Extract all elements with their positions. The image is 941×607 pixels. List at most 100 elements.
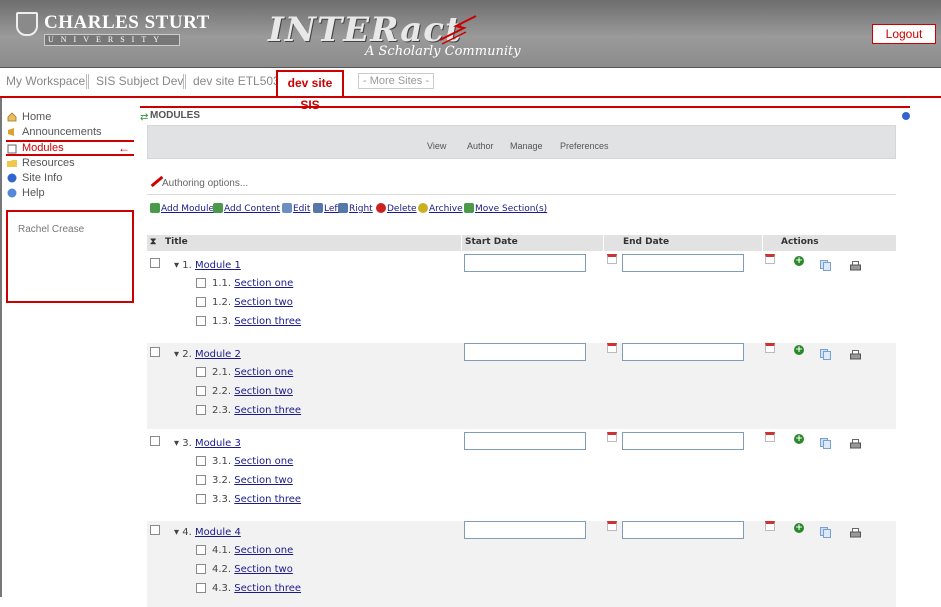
archive-button[interactable]: Archive bbox=[429, 204, 463, 214]
section-link[interactable]: Section one bbox=[234, 278, 293, 289]
module-link[interactable]: Module 3 bbox=[195, 438, 241, 449]
section-title: 3.3. Section three bbox=[212, 494, 301, 505]
section-link[interactable]: Section two bbox=[234, 475, 293, 486]
print-icon[interactable] bbox=[850, 523, 861, 538]
collapse-caret-icon[interactable]: ▾ bbox=[174, 260, 182, 271]
move-sections-button[interactable]: Move Section(s) bbox=[475, 204, 547, 214]
add-content-button[interactable]: Add Content bbox=[224, 204, 280, 214]
authoring-options-link[interactable]: Authoring options... bbox=[162, 178, 248, 189]
section-link[interactable]: Section three bbox=[234, 583, 301, 594]
section-title: 2.3. Section three bbox=[212, 405, 301, 416]
add-section-icon[interactable]: + bbox=[794, 434, 804, 444]
logout-button[interactable]: Logout bbox=[872, 24, 936, 44]
end-calendar-icon[interactable] bbox=[765, 343, 775, 353]
right-button[interactable]: Right bbox=[349, 204, 373, 214]
module-link[interactable]: Module 4 bbox=[195, 527, 241, 538]
copy-icon[interactable] bbox=[820, 345, 831, 360]
more-sites-dropdown[interactable]: - More Sites - bbox=[358, 73, 435, 89]
collapse-caret-icon[interactable]: ▾ bbox=[174, 438, 182, 449]
end-calendar-icon[interactable] bbox=[765, 521, 775, 531]
start-calendar-icon[interactable] bbox=[607, 521, 617, 531]
manage-link[interactable]: Manage bbox=[510, 141, 543, 151]
module-checkbox[interactable] bbox=[150, 436, 160, 446]
indent-left-icon bbox=[313, 203, 323, 213]
delete-button[interactable]: Delete bbox=[387, 204, 417, 214]
copy-icon[interactable] bbox=[820, 434, 831, 449]
add-section-icon[interactable]: + bbox=[794, 523, 804, 533]
print-icon[interactable] bbox=[850, 345, 861, 360]
module-link[interactable]: Module 2 bbox=[195, 349, 241, 360]
start-date-input[interactable] bbox=[464, 521, 586, 539]
reset-icon[interactable]: ⇄ bbox=[140, 112, 148, 123]
sidebar-item-help[interactable]: Help bbox=[6, 186, 134, 201]
portlet-title: MODULES bbox=[150, 110, 200, 121]
section-checkbox[interactable] bbox=[196, 316, 206, 326]
sidebar-item-home[interactable]: Home bbox=[6, 110, 134, 125]
tab-sis-subject-dev[interactable]: SIS Subject Dev bbox=[96, 74, 183, 88]
section-link[interactable]: Section two bbox=[234, 386, 293, 397]
section-checkbox[interactable] bbox=[196, 456, 206, 466]
section-checkbox[interactable] bbox=[196, 475, 206, 485]
sidebar-item-site-info[interactable]: Site Info bbox=[6, 171, 134, 186]
start-date-input[interactable] bbox=[464, 432, 586, 450]
copy-icon[interactable] bbox=[820, 256, 831, 271]
add-section-icon[interactable]: + bbox=[794, 345, 804, 355]
tab-dev-site-sis[interactable]: dev site SIS bbox=[276, 70, 344, 112]
start-date-input[interactable] bbox=[464, 343, 586, 361]
end-calendar-icon[interactable] bbox=[765, 254, 775, 264]
start-date-input[interactable] bbox=[464, 254, 586, 272]
section-link[interactable]: Section one bbox=[234, 367, 293, 378]
section-link[interactable]: Section three bbox=[234, 405, 301, 416]
start-calendar-icon[interactable] bbox=[607, 432, 617, 442]
column-header-end-date: End Date bbox=[623, 237, 670, 247]
sidebar-item-announcements[interactable]: Announcements bbox=[6, 125, 134, 140]
sidebar-item-modules[interactable]: Modules ← bbox=[6, 140, 134, 156]
section-checkbox[interactable] bbox=[196, 494, 206, 504]
sidebar-nav: Home Announcements Modules ← Resources S… bbox=[6, 110, 134, 201]
module-checkbox[interactable] bbox=[150, 258, 160, 268]
section-checkbox[interactable] bbox=[196, 367, 206, 377]
tab-dev-site-etl503[interactable]: dev site ETL503 bbox=[193, 74, 280, 88]
end-date-input[interactable] bbox=[622, 343, 744, 361]
section-checkbox[interactable] bbox=[196, 583, 206, 593]
end-date-input[interactable] bbox=[622, 432, 744, 450]
view-link[interactable]: View bbox=[427, 141, 446, 151]
module-checkbox[interactable] bbox=[150, 347, 160, 357]
start-calendar-icon[interactable] bbox=[607, 254, 617, 264]
tab-my-workspace[interactable]: My Workspace bbox=[6, 74, 85, 88]
sidebar-item-resources[interactable]: Resources bbox=[6, 156, 134, 171]
section-checkbox[interactable] bbox=[196, 545, 206, 555]
section-link[interactable]: Section three bbox=[234, 316, 301, 327]
edit-button[interactable]: Edit bbox=[293, 204, 310, 214]
sort-icon[interactable]: ⧗ bbox=[150, 237, 156, 247]
section-checkbox[interactable] bbox=[196, 564, 206, 574]
add-section-icon[interactable]: + bbox=[794, 256, 804, 266]
section-checkbox[interactable] bbox=[196, 386, 206, 396]
print-icon[interactable] bbox=[850, 434, 861, 449]
section-checkbox[interactable] bbox=[196, 278, 206, 288]
end-calendar-icon[interactable] bbox=[765, 432, 775, 442]
collapse-caret-icon[interactable]: ▾ bbox=[174, 527, 182, 538]
section-link[interactable]: Section three bbox=[234, 494, 301, 505]
portlet-help-icon[interactable] bbox=[902, 112, 910, 120]
add-module-button[interactable]: Add Module bbox=[161, 204, 214, 214]
section-checkbox[interactable] bbox=[196, 405, 206, 415]
section-link[interactable]: Section two bbox=[234, 564, 293, 575]
section-checkbox[interactable] bbox=[196, 297, 206, 307]
preferences-link[interactable]: Preferences bbox=[560, 141, 609, 151]
section-link[interactable]: Section one bbox=[234, 545, 293, 556]
end-date-input[interactable] bbox=[622, 521, 744, 539]
copy-icon[interactable] bbox=[820, 523, 831, 538]
collapse-caret-icon[interactable]: ▾ bbox=[174, 349, 182, 360]
module-checkbox[interactable] bbox=[150, 525, 160, 535]
module-link[interactable]: Module 1 bbox=[195, 260, 241, 271]
start-calendar-icon[interactable] bbox=[607, 343, 617, 353]
section-link[interactable]: Section two bbox=[234, 297, 293, 308]
author-link[interactable]: Author bbox=[467, 141, 494, 151]
section-number: 4.1. bbox=[212, 545, 232, 556]
section-link[interactable]: Section one bbox=[234, 456, 293, 467]
print-icon[interactable] bbox=[850, 256, 861, 271]
add-module-icon bbox=[150, 203, 160, 213]
left-border bbox=[0, 98, 2, 597]
end-date-input[interactable] bbox=[622, 254, 744, 272]
